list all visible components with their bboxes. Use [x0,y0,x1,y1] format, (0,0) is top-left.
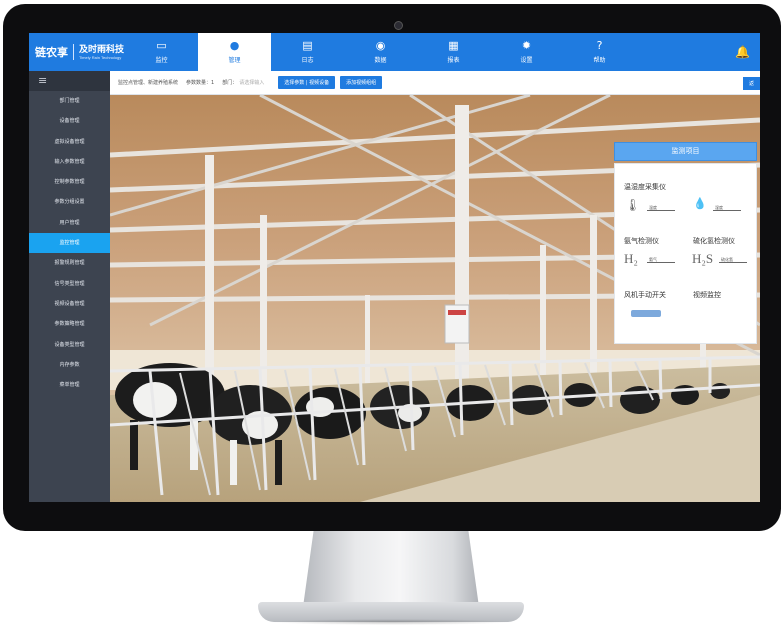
nav-label: 帮助 [593,57,606,64]
nav-label: 报表 [447,57,460,64]
monitor-stand [303,531,479,607]
humidity-field: 湿度 [713,204,741,211]
brand-name: 链农享 [35,47,68,59]
temp-humidity-title: 温湿度采集仪 [624,183,666,191]
sidebar-item[interactable]: 部门管理 [29,91,110,111]
h2-icon: H₂ [624,251,638,266]
monitor-icon: ▭ [156,39,167,52]
fan-switch-title: 风机手动开关 [624,291,666,299]
dept-label: 部门： [222,80,238,86]
sidebar-item[interactable]: 参数分组设置 [29,192,110,212]
nav-label: 设置 [520,57,533,64]
nav-item-3[interactable]: ◉ 数据 [344,33,417,71]
bell-icon[interactable]: 🔔 [735,45,750,59]
nav-item-2[interactable]: ▤ 日志 [271,33,344,71]
sidebar-item[interactable]: 信号类型管理 [29,274,110,294]
sidebar-item[interactable]: 菜单管理 [29,375,110,395]
h2s-field: 硫化氢 [719,256,747,263]
sidebar-item[interactable]: 设备管理 [29,111,110,131]
dept-select[interactable]: 请选择输入 [239,79,264,86]
sidebar-item[interactable]: 设备类型管理 [29,335,110,355]
sidebar-item[interactable]: 用户管理 [29,213,110,233]
sidebar-item[interactable]: 输入参数管理 [29,152,110,172]
report-icon: ▦ [448,39,459,52]
temperature-field: 温度 [647,204,675,211]
gear-icon: ✹ [521,39,532,52]
sidebar-item[interactable]: 参数策略管理 [29,314,110,334]
nav-label: 日志 [301,57,314,64]
ammonia-field: 氨气 [647,256,675,263]
sidebar-menu: 部门管理 设备管理 虚拟设备管理 输入参数管理 控制参数管理 参数分组设置 用户管理 监控管理… [29,91,110,395]
ammonia-detector-title: 氨气检测仪 [624,237,659,245]
nav-item-4[interactable]: ▦ 报表 [417,33,490,71]
main-nav: ▭ 监控 ● 管理 ▤ 日志 ◉ 数据 ▦ 报表 ✹ 设置? 帮助 [125,33,636,71]
data-icon: ◉ [375,39,386,52]
webcam-icon [394,21,403,30]
sidebar-item[interactable]: 控制参数管理 [29,172,110,192]
thermometer-icon: 🌡 [625,198,641,212]
h2s-detector-title: 硫化氢检测仪 [693,237,735,245]
video-monitor-title: 视频监控 [693,291,721,299]
nav-item-6[interactable]: ? 帮助 [563,33,636,71]
user-manage-icon: ● [229,39,240,52]
nav-item-5[interactable]: ✹ 设置 [490,33,563,71]
brand-logo: 链农享 及时雨科技 Timely Rain Technology [35,40,124,64]
sidebar-item[interactable]: 虚拟设备管理 [29,132,110,152]
monitor-items-panel: 温湿度采集仪 🌡 温度 💧 湿度 氨气检测仪 H₂ 氨气 硫化氢检测仪 H₂S … [614,163,757,344]
toolbar: 监控点管理、新建养殖系统 参数数量：1 部门： 请选择输入 选择参数 | 视频设… [110,71,760,95]
add-video-group-button[interactable]: 添加视频组组 [340,76,383,89]
sidebar-item[interactable]: 内存参数 [29,355,110,375]
log-icon: ▤ [302,39,313,52]
fan-switch-button[interactable] [631,310,661,317]
monitor-items-header[interactable]: 监测项目 [614,142,757,161]
app-screen: 链农享 及时雨科技 Timely Rain Technology ▭ 监控 ● 管理 ▤… [29,33,760,502]
top-navbar: 链农享 及时雨科技 Timely Rain Technology ▭ 监控 ● 管理 ▤… [29,33,760,71]
water-drop-icon: 💧 [693,198,707,210]
company-name: 及时雨科技 Timely Rain Technology [79,43,125,60]
nav-label: 监控 [155,57,168,64]
sidebar-item[interactable]: 监控管理 [29,233,110,254]
nav-item-1[interactable]: ● 管理 [198,33,271,71]
h2s-icon: H₂S [692,251,714,266]
sidebar-item[interactable]: 报警规则管理 [29,253,110,273]
sidebar-item[interactable]: 视频设备管理 [29,294,110,314]
breadcrumb: 监控点管理、新建养殖系统 [118,80,179,86]
help-icon: ? [596,39,603,52]
select-params-button[interactable]: 选择参数 | 视频设备 [278,76,336,89]
sidebar: ≡ 部门管理 设备管理 虚拟设备管理 输入参数管理 控制参数管理 参数分组设置 用户管理 监控… [29,71,110,502]
nav-label: 数据 [374,57,387,64]
nav-item-0[interactable]: ▭ 监控 [125,33,198,71]
nav-label: 管理 [228,57,241,64]
menu-toggle-icon[interactable]: ≡ [29,71,110,91]
param-count: 参数数量：1 [186,80,215,86]
back-button[interactable]: 返 [742,77,760,90]
